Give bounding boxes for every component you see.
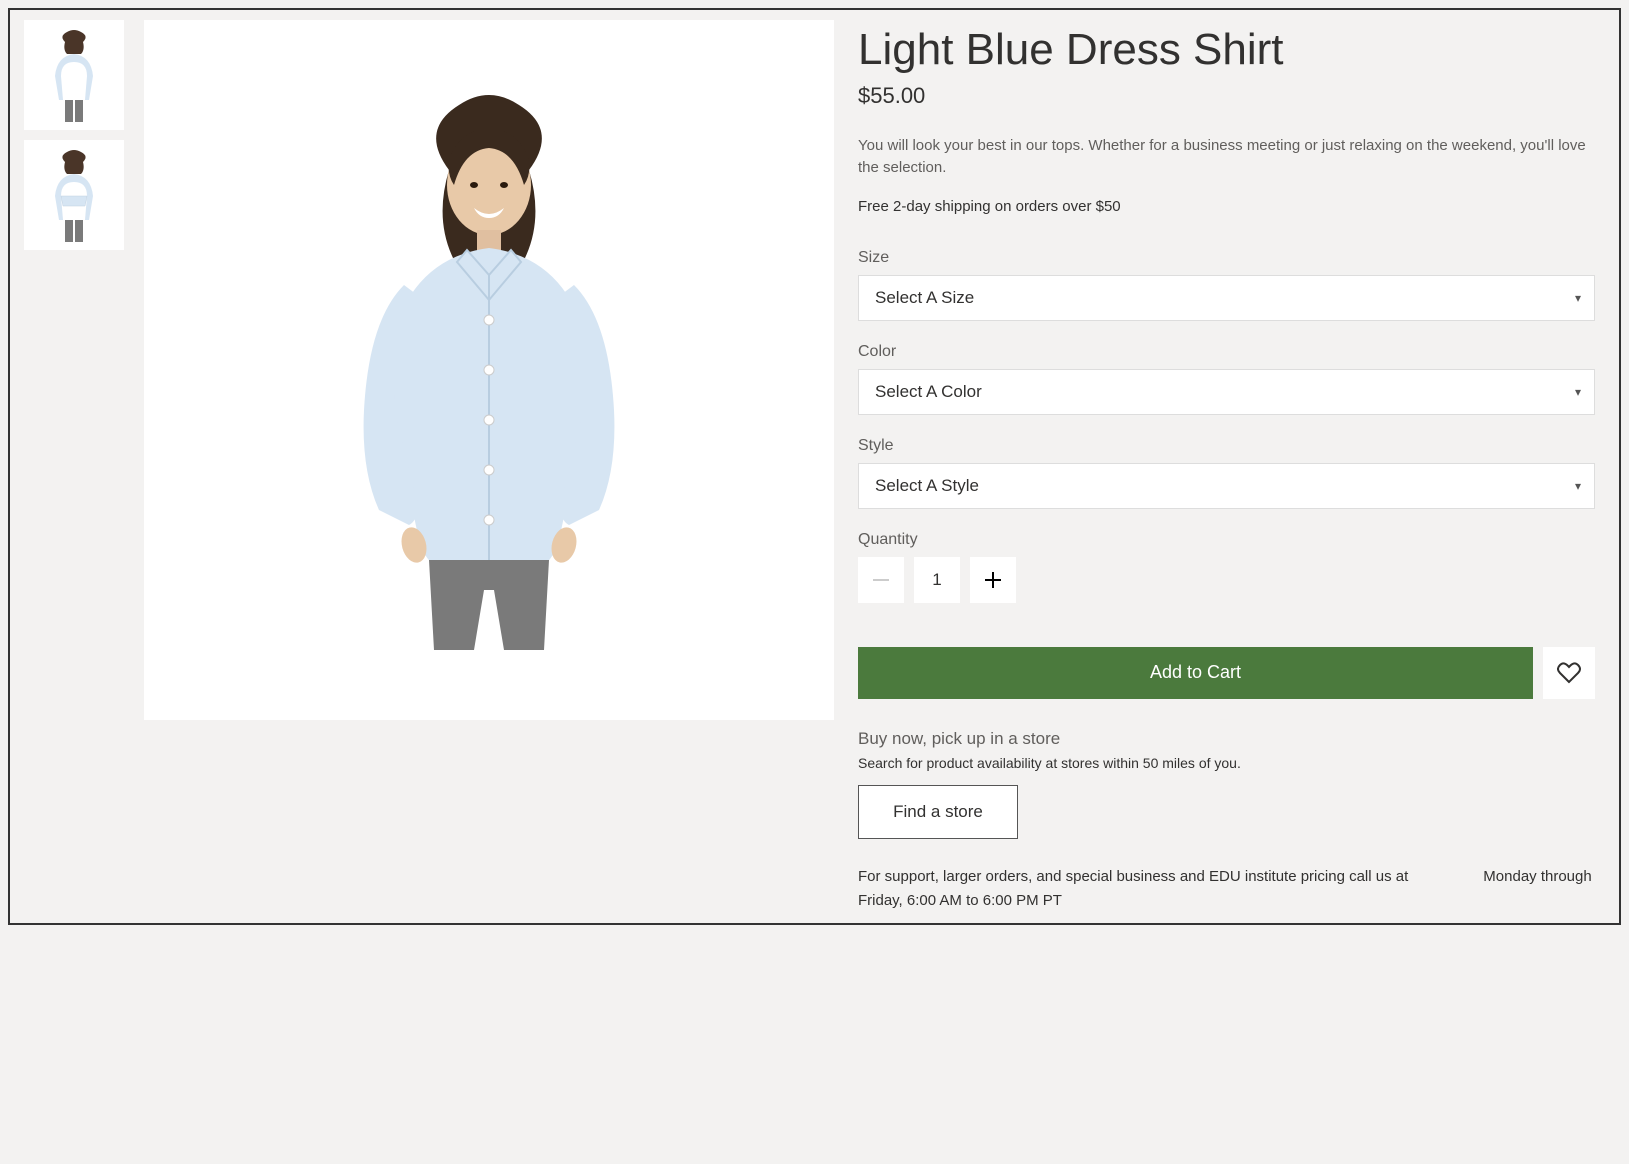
minus-icon [873,579,889,581]
add-to-cart-button[interactable]: Add to Cart [858,647,1533,699]
thumbnail-list [24,20,124,913]
color-select[interactable]: Select A Color [858,369,1595,415]
heart-icon [1557,662,1581,684]
thumbnail-1[interactable] [24,20,124,130]
product-thumbnail-icon [39,28,109,123]
product-description: You will look your best in our tops. Whe… [858,135,1595,180]
shipping-note: Free 2-day shipping on orders over $50 [858,198,1595,215]
pickup-title: Buy now, pick up in a store [858,729,1595,749]
quantity-increase-button[interactable] [970,557,1016,603]
product-title: Light Blue Dress Shirt [858,24,1595,77]
quantity-label: Quantity [858,531,1595,549]
style-label: Style [858,437,1595,455]
product-price: $55.00 [858,83,1595,109]
style-select[interactable]: Select A Style [858,463,1595,509]
support-text: For support, larger orders, and special … [858,865,1595,913]
color-label: Color [858,343,1595,361]
thumbnail-2[interactable] [24,140,124,250]
quantity-decrease-button[interactable] [858,557,904,603]
size-select[interactable]: Select A Size [858,275,1595,321]
wishlist-button[interactable] [1543,647,1595,699]
size-label: Size [858,249,1595,267]
quantity-stepper: 1 [858,557,1595,603]
pickup-description: Search for product availability at store… [858,755,1595,771]
product-image-icon [309,90,669,650]
product-thumbnail-icon [39,148,109,243]
main-product-image [144,20,834,720]
find-store-button[interactable]: Find a store [858,785,1018,839]
product-details: Light Blue Dress Shirt $55.00 You will l… [854,20,1605,913]
support-line-1: For support, larger orders, and special … [858,868,1408,885]
plus-icon [985,572,1001,588]
quantity-value: 1 [914,557,960,603]
